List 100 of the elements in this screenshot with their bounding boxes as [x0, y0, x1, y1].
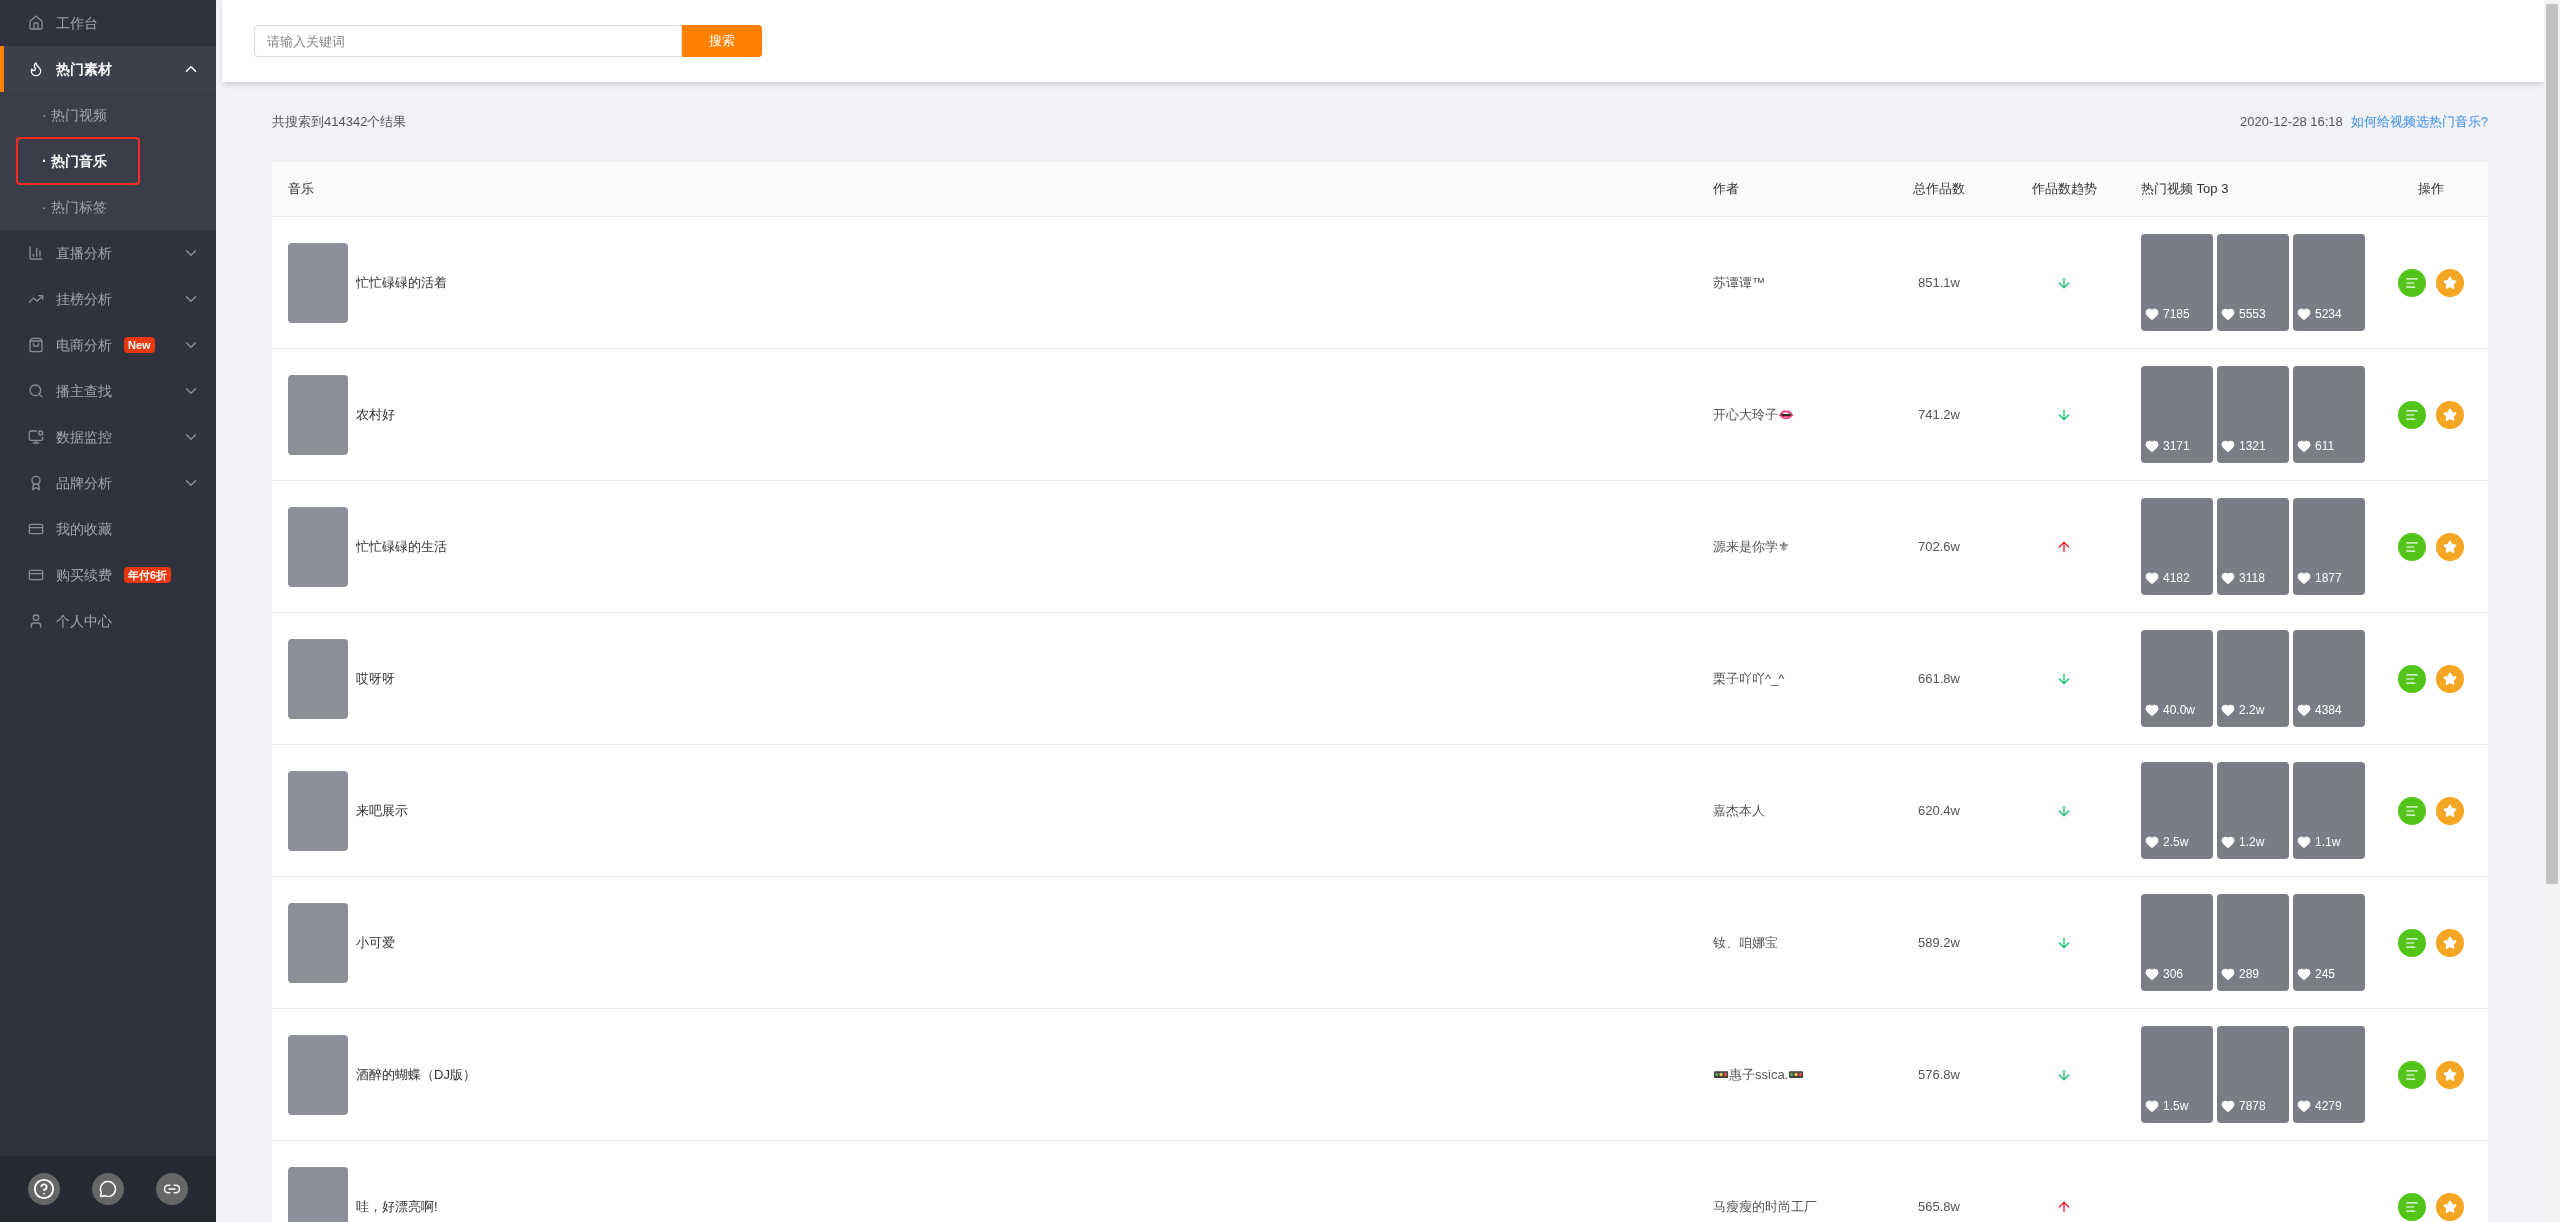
- video-thumbnail[interactable]: 7185: [2141, 234, 2213, 331]
- video-thumbnail[interactable]: 3118: [2217, 498, 2289, 595]
- bar-chart-icon: [28, 245, 44, 261]
- submenu-item[interactable]: · 热门标签: [16, 183, 140, 231]
- favorite-button[interactable]: [2436, 268, 2464, 297]
- details-button[interactable]: [2398, 796, 2426, 825]
- submenu-item[interactable]: · 热门视频: [16, 91, 140, 139]
- badge: New: [124, 336, 155, 354]
- heart-icon: [2297, 835, 2311, 849]
- video-thumbnail[interactable]: 1877: [2293, 498, 2365, 595]
- music-title[interactable]: 忙忙碌碌的活着: [356, 272, 447, 293]
- help-link[interactable]: 如何给视频选热门音乐?: [2350, 112, 2488, 132]
- lines-icon: [2405, 539, 2419, 554]
- video-thumbnail[interactable]: 1.2w: [2217, 762, 2289, 859]
- sidebar-item[interactable]: 品牌分析: [0, 460, 216, 506]
- heart-icon: [2297, 1099, 2311, 1113]
- music-title[interactable]: 农村好: [356, 404, 395, 425]
- video-thumbnail[interactable]: 7878: [2217, 1026, 2289, 1123]
- like-count: 1.1w: [2315, 834, 2341, 851]
- video-thumbnail[interactable]: 2.5w: [2141, 762, 2213, 859]
- lines-icon: [2405, 671, 2419, 686]
- sidebar-item[interactable]: 电商分析 New: [0, 322, 216, 368]
- details-button[interactable]: [2398, 268, 2426, 297]
- heart-icon: [2297, 967, 2311, 981]
- video-thumbnail[interactable]: 1321: [2217, 366, 2289, 463]
- music-title[interactable]: 哎呀呀: [356, 668, 395, 689]
- star-icon: [2443, 407, 2457, 422]
- details-button[interactable]: [2398, 928, 2426, 957]
- card-icon: [28, 521, 44, 537]
- author-name: 🚥惠子ssica.🚥: [1712, 1065, 1806, 1084]
- chat-button[interactable]: [92, 1173, 124, 1205]
- author-name: 嘉杰本人: [1712, 801, 1766, 820]
- favorite-button[interactable]: [2436, 796, 2464, 825]
- sidebar-item[interactable]: 直播分析: [0, 230, 216, 276]
- sidebar-label: 工作台: [56, 13, 98, 33]
- video-thumbnail[interactable]: 4182: [2141, 498, 2213, 595]
- details-button[interactable]: [2398, 1192, 2426, 1221]
- sidebar-label: 数据监控: [56, 427, 112, 447]
- link-button[interactable]: [156, 1173, 188, 1205]
- music-title[interactable]: 来吧展示: [356, 800, 408, 821]
- music-title[interactable]: 忙忙碌碌的生活: [356, 536, 447, 557]
- author-name: 钕、咱娜宝: [1712, 933, 1779, 952]
- sidebar-item[interactable]: 播主查找: [0, 368, 216, 414]
- sidebar-label: 我的收藏: [56, 519, 112, 539]
- video-thumbnail[interactable]: 5234: [2293, 234, 2365, 331]
- sidebar-item[interactable]: 个人中心: [0, 598, 216, 644]
- search-field[interactable]: 请输入关键词: [254, 25, 682, 57]
- help-button[interactable]: [28, 1173, 60, 1205]
- column-header: 作者: [1712, 180, 1740, 199]
- update-time: 2020-12-28 16:18: [2240, 113, 2343, 132]
- video-thumbnail[interactable]: 5553: [2217, 234, 2289, 331]
- video-thumbnail[interactable]: 1.1w: [2293, 762, 2365, 859]
- sidebar-item[interactable]: 购买续费 年付6折: [0, 552, 216, 598]
- lines-icon: [2405, 935, 2419, 950]
- column-header: 音乐: [287, 180, 315, 199]
- favorite-button[interactable]: [2436, 664, 2464, 693]
- lines-icon: [2405, 803, 2419, 818]
- works-count: 565.8w: [1917, 1197, 1961, 1216]
- search-button[interactable]: 搜索: [682, 25, 762, 57]
- star-icon: [2443, 803, 2457, 818]
- user-icon: [28, 613, 44, 629]
- favorite-button[interactable]: [2436, 1060, 2464, 1089]
- video-thumbnail[interactable]: 245: [2293, 894, 2365, 991]
- favorite-button[interactable]: [2436, 400, 2464, 429]
- heart-icon: [2221, 835, 2235, 849]
- home-icon: [28, 15, 44, 31]
- like-count: 4384: [2315, 702, 2342, 719]
- sidebar-item[interactable]: 我的收藏: [0, 506, 216, 552]
- video-thumbnail[interactable]: 40.0w: [2141, 630, 2213, 727]
- details-button[interactable]: [2398, 1060, 2426, 1089]
- video-thumbnail[interactable]: 3171: [2141, 366, 2213, 463]
- details-button[interactable]: [2398, 664, 2426, 693]
- video-thumbnail[interactable]: 4384: [2293, 630, 2365, 727]
- music-title[interactable]: 小可爱: [356, 932, 395, 953]
- video-thumbnail[interactable]: 1.5w: [2141, 1026, 2213, 1123]
- bag-icon: [28, 337, 44, 353]
- video-thumbnail[interactable]: 611: [2293, 366, 2365, 463]
- details-button[interactable]: [2398, 532, 2426, 561]
- sidebar-item[interactable]: 工作台: [0, 0, 216, 46]
- like-count: 5553: [2239, 306, 2266, 323]
- submenu-item[interactable]: · 热门音乐: [16, 137, 140, 185]
- details-button[interactable]: [2398, 400, 2426, 429]
- video-thumbnail[interactable]: 289: [2217, 894, 2289, 991]
- heart-icon: [2221, 571, 2235, 585]
- lines-icon: [2405, 1067, 2419, 1082]
- sidebar-item[interactable]: 挂榜分析: [0, 276, 216, 322]
- video-thumbnail[interactable]: 4279: [2293, 1026, 2365, 1123]
- heart-icon: [2297, 307, 2311, 321]
- favorite-button[interactable]: [2436, 532, 2464, 561]
- favorite-button[interactable]: [2436, 928, 2464, 957]
- sidebar-item[interactable]: 数据监控: [0, 414, 216, 460]
- question-mark-icon: [33, 1178, 55, 1200]
- lines-icon: [2405, 1199, 2419, 1214]
- video-thumbnail[interactable]: 306: [2141, 894, 2213, 991]
- music-title[interactable]: 酒醉的蝴蝶（DJ版）: [356, 1064, 476, 1085]
- sidebar-label: 个人中心: [56, 611, 112, 631]
- author-name: 栗子吖吖^_^: [1712, 669, 1786, 688]
- video-thumbnail[interactable]: 2.2w: [2217, 630, 2289, 727]
- music-title[interactable]: 哇，好漂亮啊!: [356, 1196, 438, 1217]
- favorite-button[interactable]: [2436, 1192, 2464, 1221]
